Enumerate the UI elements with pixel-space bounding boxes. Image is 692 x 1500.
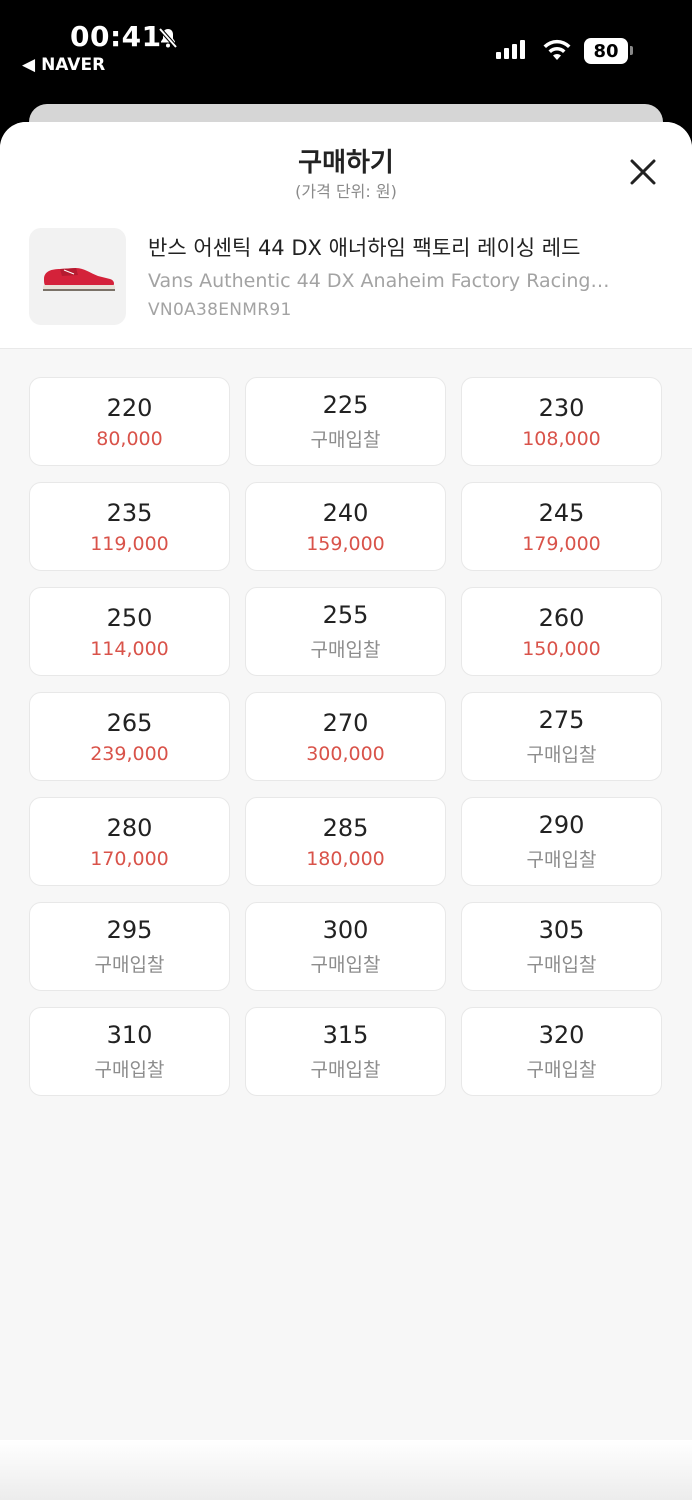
size-option-315[interactable]: 315 구매입찰 xyxy=(245,1007,446,1096)
size-label: 265 xyxy=(106,708,153,737)
size-label: 270 xyxy=(322,708,369,737)
bid-label: 구매입찰 xyxy=(310,1059,381,1081)
size-option-280[interactable]: 280 170,000 xyxy=(29,797,230,886)
size-option-285[interactable]: 285 180,000 xyxy=(245,797,446,886)
size-label: 280 xyxy=(106,813,153,842)
price-label: 180,000 xyxy=(306,847,385,870)
bid-label: 구매입찰 xyxy=(310,639,381,661)
price-label: 239,000 xyxy=(90,742,169,765)
sheet-title: 구매하기 xyxy=(298,148,394,178)
status-bar: 00:41 ◀ NAVER 80 xyxy=(0,0,692,100)
size-option-295[interactable]: 295 구매입찰 xyxy=(29,902,230,991)
home-indicator-area xyxy=(0,1440,692,1500)
price-label: 150,000 xyxy=(522,637,601,660)
back-to-app-button[interactable]: ◀ NAVER xyxy=(22,55,105,75)
size-option-290[interactable]: 290 구매입찰 xyxy=(461,797,662,886)
size-label: 275 xyxy=(538,706,585,734)
back-triangle-icon: ◀ xyxy=(22,55,36,75)
size-label: 315 xyxy=(322,1021,369,1049)
size-option-275[interactable]: 275 구매입찰 xyxy=(461,692,662,781)
product-name-ko: 반스 어센틱 44 DX 애너하임 팩토리 레이싱 레드 xyxy=(148,236,581,260)
size-option-230[interactable]: 230 108,000 xyxy=(461,377,662,466)
price-label: 170,000 xyxy=(90,847,169,870)
product-name-en: Vans Authentic 44 DX Anaheim Factory Rac… xyxy=(148,270,610,292)
size-label: 295 xyxy=(106,916,153,944)
size-option-250[interactable]: 250 114,000 xyxy=(29,587,230,676)
purchase-sheet: 구매하기 (가격 단위: 원) 반스 어센틱 44 DX 애너하임 팩토리 레이… xyxy=(0,122,692,1500)
size-grid: 220 80,000 225 구매입찰 230 108,000 235 119,000 240 1… xyxy=(29,377,662,1096)
size-option-265[interactable]: 265 239,000 xyxy=(29,692,230,781)
bell-muted-icon xyxy=(158,27,178,49)
bid-label: 구매입찰 xyxy=(526,849,597,871)
size-label: 225 xyxy=(322,391,369,419)
size-option-310[interactable]: 310 구매입찰 xyxy=(29,1007,230,1096)
size-option-320[interactable]: 320 구매입찰 xyxy=(461,1007,662,1096)
size-label: 250 xyxy=(106,603,153,632)
product-code: VN0A38ENMR91 xyxy=(148,300,292,320)
size-label: 235 xyxy=(106,498,153,527)
size-option-245[interactable]: 245 179,000 xyxy=(461,482,662,571)
size-option-225[interactable]: 225 구매입찰 xyxy=(245,377,446,466)
size-option-255[interactable]: 255 구매입찰 xyxy=(245,587,446,676)
size-label: 300 xyxy=(322,916,369,944)
size-option-260[interactable]: 260 150,000 xyxy=(461,587,662,676)
size-label: 230 xyxy=(538,393,585,422)
bid-label: 구매입찰 xyxy=(94,954,165,976)
size-label: 240 xyxy=(322,498,369,527)
size-label: 260 xyxy=(538,603,585,632)
size-label: 255 xyxy=(322,601,369,629)
size-label: 285 xyxy=(322,813,369,842)
clock: 00:41 xyxy=(70,20,162,53)
cellular-signal-icon xyxy=(496,40,525,59)
price-label: 80,000 xyxy=(96,427,163,450)
size-label: 305 xyxy=(538,916,585,944)
price-label: 159,000 xyxy=(306,532,385,555)
size-option-235[interactable]: 235 119,000 xyxy=(29,482,230,571)
price-label: 119,000 xyxy=(90,532,169,555)
price-label: 300,000 xyxy=(306,742,385,765)
battery-icon: 80 xyxy=(584,38,628,64)
bid-label: 구매입찰 xyxy=(310,954,381,976)
price-unit-note: (가격 단위: 원) xyxy=(295,182,397,201)
battery-level: 80 xyxy=(593,40,619,62)
size-label: 310 xyxy=(106,1021,153,1049)
battery-tip xyxy=(630,46,633,55)
sneaker-icon xyxy=(42,267,115,291)
size-option-300[interactable]: 300 구매입찰 xyxy=(245,902,446,991)
product-summary: 반스 어센틱 44 DX 애너하임 팩토리 레이싱 레드 Vans Authen… xyxy=(29,228,668,325)
size-label: 290 xyxy=(538,811,585,839)
price-label: 114,000 xyxy=(90,637,169,660)
size-label: 245 xyxy=(538,498,585,527)
size-option-270[interactable]: 270 300,000 xyxy=(245,692,446,781)
bid-label: 구매입찰 xyxy=(526,954,597,976)
size-label: 220 xyxy=(106,393,153,422)
size-option-220[interactable]: 220 80,000 xyxy=(29,377,230,466)
wifi-icon xyxy=(543,39,571,60)
bid-label: 구매입찰 xyxy=(94,1059,165,1081)
price-label: 108,000 xyxy=(522,427,601,450)
bid-label: 구매입찰 xyxy=(310,429,381,451)
bid-label: 구매입찰 xyxy=(526,1059,597,1081)
close-icon[interactable] xyxy=(628,157,658,187)
size-label: 320 xyxy=(538,1021,585,1049)
back-app-label: NAVER xyxy=(41,55,106,75)
sheet-header: 구매하기 (가격 단위: 원) 반스 어센틱 44 DX 애너하임 팩토리 레이… xyxy=(0,122,692,349)
price-label: 179,000 xyxy=(522,532,601,555)
size-option-305[interactable]: 305 구매입찰 xyxy=(461,902,662,991)
product-image xyxy=(29,228,126,325)
bid-label: 구매입찰 xyxy=(526,744,597,766)
size-option-240[interactable]: 240 159,000 xyxy=(245,482,446,571)
